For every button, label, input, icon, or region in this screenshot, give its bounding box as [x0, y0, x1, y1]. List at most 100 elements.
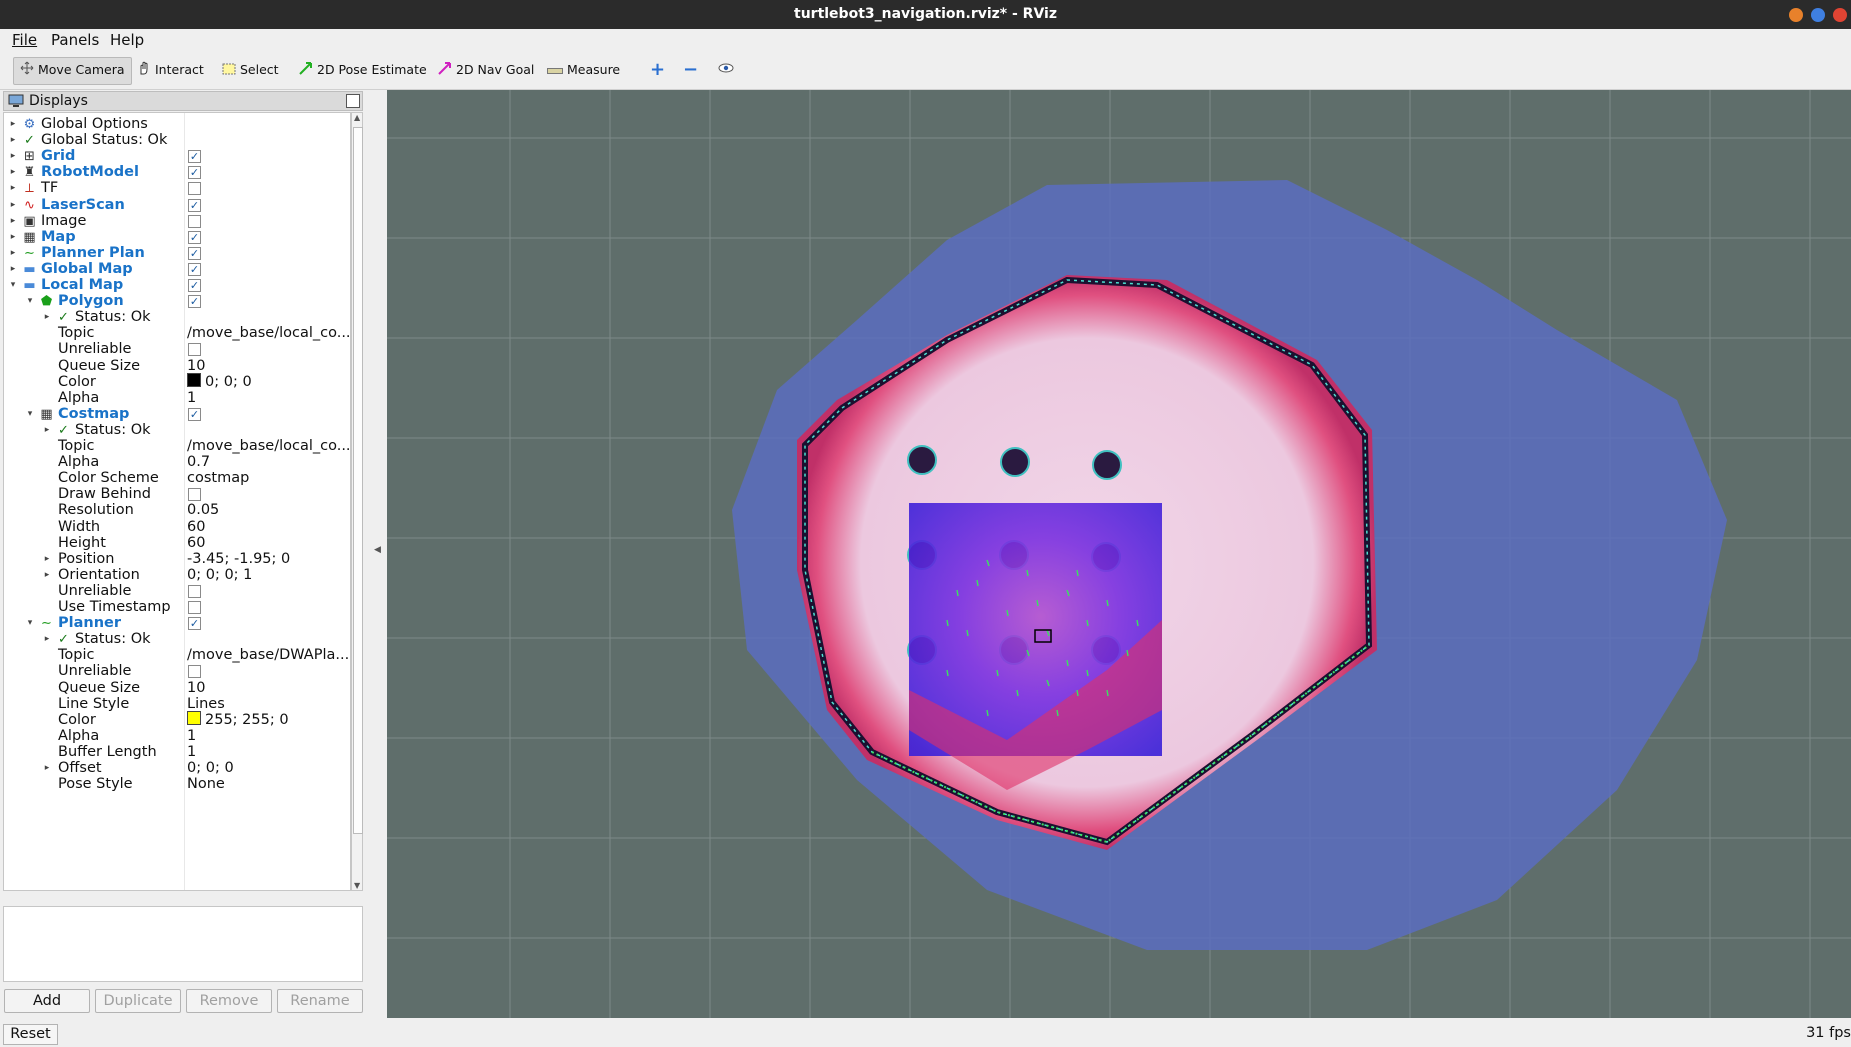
- property-value-text: None: [187, 776, 225, 793]
- robot-icon: ♜: [23, 165, 36, 181]
- duplicate-button[interactable]: Duplicate: [95, 989, 181, 1013]
- view-menu-button[interactable]: [712, 57, 740, 83]
- move-camera-label: Move Camera: [38, 62, 125, 77]
- pose-estimate-tool[interactable]: 2D Pose Estimate: [293, 57, 433, 83]
- property-value-text: 1: [187, 389, 197, 406]
- property-value-text: 10: [187, 357, 206, 374]
- folder-icon: ▬: [23, 261, 36, 277]
- axes-icon: ⟂: [25, 181, 34, 197]
- property-value[interactable]: None: [187, 775, 225, 794]
- measure-tool[interactable]: Measure: [541, 57, 626, 83]
- property-value-text: 1: [187, 727, 197, 744]
- window-titlebar: turtlebot3_navigation.rviz* - RViz: [0, 0, 1851, 29]
- property-value-text: 0; 0; 0; 1: [187, 566, 253, 583]
- select-tool[interactable]: Select: [216, 57, 285, 83]
- ruler-icon: [547, 58, 563, 84]
- magenta-arrow-icon: [438, 58, 452, 84]
- check-icon: ✓: [58, 422, 69, 438]
- local-costmap: [909, 503, 1162, 790]
- displays-panel: Displays ▸ ⚙ Global Options ▸ ✓ Global Status…: [3, 91, 363, 901]
- enable-checkbox[interactable]: ✓: [188, 295, 201, 309]
- enable-checkbox[interactable]: [188, 601, 201, 614]
- enable-checkbox[interactable]: ✓: [188, 262, 201, 276]
- enable-checkbox[interactable]: [188, 584, 201, 598]
- enable-checkbox[interactable]: ✓: [188, 150, 201, 164]
- enable-checkbox[interactable]: ✓: [188, 198, 201, 212]
- polygon-icon: ⬟: [40, 294, 53, 310]
- path-icon: ∼: [41, 616, 52, 632]
- enable-checkbox[interactable]: ✓: [188, 230, 201, 244]
- scroll-up-icon[interactable]: ▲: [354, 113, 360, 122]
- menu-panels[interactable]: Panels: [51, 31, 99, 49]
- enable-checkbox[interactable]: [188, 182, 201, 196]
- menu-help[interactable]: Help: [110, 31, 144, 49]
- remove-tool-button[interactable]: −: [677, 57, 704, 83]
- plus-icon: +: [650, 59, 666, 80]
- laser-icon: ∿: [24, 197, 35, 213]
- color-swatch: [187, 372, 201, 387]
- fps-readout: 31 fps: [1806, 1025, 1851, 1041]
- property-value-text: 0; 0; 0: [187, 760, 234, 776]
- rename-button[interactable]: Rename: [277, 989, 363, 1013]
- display-row-pose-style[interactable]: Pose Style None: [4, 775, 350, 794]
- property-value-text: -3.45; -1.95; 0: [187, 550, 291, 567]
- property-value-text: costmap: [187, 470, 250, 487]
- pose-estimate-label: 2D Pose Estimate: [317, 62, 427, 77]
- displays-panel-title: Displays: [29, 93, 88, 109]
- property-value-text: 0.05: [187, 502, 220, 519]
- displays-panel-header: Displays: [3, 91, 363, 111]
- property-value-text: /move_base/local_co...: [187, 438, 351, 454]
- enable-checkbox[interactable]: [188, 665, 201, 679]
- check-icon: ✓: [24, 133, 35, 149]
- select-icon: [222, 58, 236, 84]
- enable-checkbox[interactable]: [188, 214, 201, 228]
- property-value-text: Lines: [187, 695, 225, 712]
- maximize-button[interactable]: [1811, 8, 1825, 22]
- display-row-label: Pose Style: [58, 776, 133, 793]
- window-title: turtlebot3_navigation.rviz* - RViz: [794, 6, 1057, 22]
- close-button[interactable]: [1833, 8, 1847, 22]
- nav-goal-tool[interactable]: 2D Nav Goal: [432, 57, 540, 83]
- image-icon: ▣: [23, 213, 36, 229]
- displays-scrollbar[interactable]: ▲ ▼: [351, 112, 363, 891]
- move-camera-tool[interactable]: Move Camera: [13, 57, 132, 85]
- reset-button[interactable]: Reset: [3, 1024, 58, 1045]
- nav-goal-label: 2D Nav Goal: [456, 62, 535, 77]
- minimize-button[interactable]: [1789, 8, 1803, 22]
- status-bar: Reset 31 fps: [0, 1022, 1851, 1047]
- grid-icon: ⊞: [24, 149, 35, 165]
- enable-checkbox[interactable]: ✓: [188, 246, 201, 260]
- scrollbar-thumb[interactable]: [353, 127, 363, 834]
- select-label: Select: [240, 62, 279, 77]
- enable-checkbox[interactable]: ✓: [188, 407, 201, 421]
- remove-button[interactable]: Remove: [186, 989, 272, 1013]
- interact-label: Interact: [155, 62, 204, 77]
- path-icon: ∼: [24, 245, 35, 261]
- move-camera-icon: [20, 59, 34, 83]
- panel-float-button[interactable]: [346, 94, 360, 108]
- property-value-text: /move_base/DWAPla...: [187, 647, 350, 664]
- minus-icon: −: [683, 59, 699, 80]
- render-viewport[interactable]: [387, 90, 1851, 1018]
- property-value-text: 1: [187, 743, 197, 760]
- eye-icon: [718, 62, 734, 77]
- interact-tool[interactable]: Interact: [131, 57, 210, 83]
- enable-checkbox[interactable]: ✓: [188, 617, 201, 631]
- property-value-text: 60: [187, 518, 206, 535]
- property-value-text: 0; 0; 0: [205, 373, 252, 390]
- add-tool-button[interactable]: +: [644, 57, 671, 83]
- enable-checkbox[interactable]: ✓: [188, 166, 201, 180]
- scroll-down-icon[interactable]: ▼: [354, 881, 360, 890]
- property-value-text: 10: [187, 679, 206, 696]
- map-icon: ▦: [23, 229, 36, 245]
- add-button[interactable]: Add: [4, 989, 90, 1013]
- property-value-text: 60: [187, 534, 206, 551]
- measure-label: Measure: [567, 62, 621, 77]
- menu-file[interactable]: File: [12, 31, 37, 49]
- left-splitter-icon[interactable]: ◀: [374, 545, 381, 555]
- check-icon: ✓: [58, 310, 69, 326]
- green-arrow-icon: [299, 58, 313, 84]
- enable-checkbox[interactable]: ✓: [188, 279, 201, 292]
- enable-checkbox[interactable]: [188, 343, 201, 357]
- enable-checkbox[interactable]: [188, 488, 201, 502]
